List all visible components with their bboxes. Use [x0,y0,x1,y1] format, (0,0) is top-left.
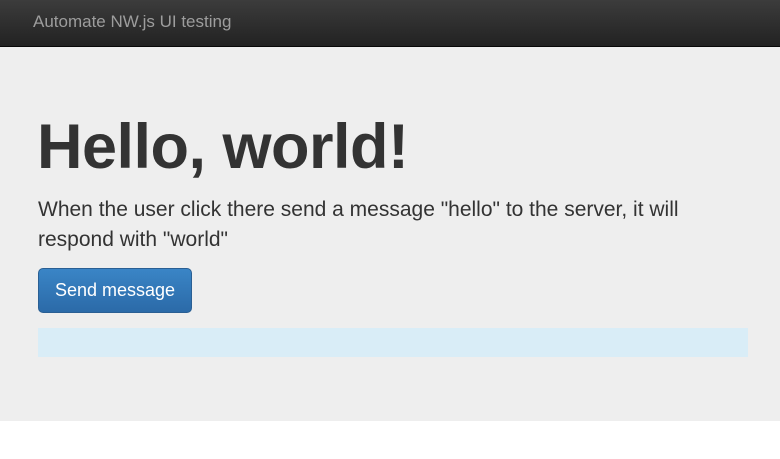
jumbotron: Hello, world! When the user click there … [0,47,780,421]
page-title: Hello, world! [37,112,409,182]
top-navbar: Automate NW.js UI testing [0,0,780,47]
page-description: When the user click there send a message… [38,198,679,251]
navbar-brand-link[interactable]: Automate NW.js UI testing [33,12,231,32]
send-message-button[interactable]: Send message [38,268,192,313]
response-message-box [38,328,748,357]
